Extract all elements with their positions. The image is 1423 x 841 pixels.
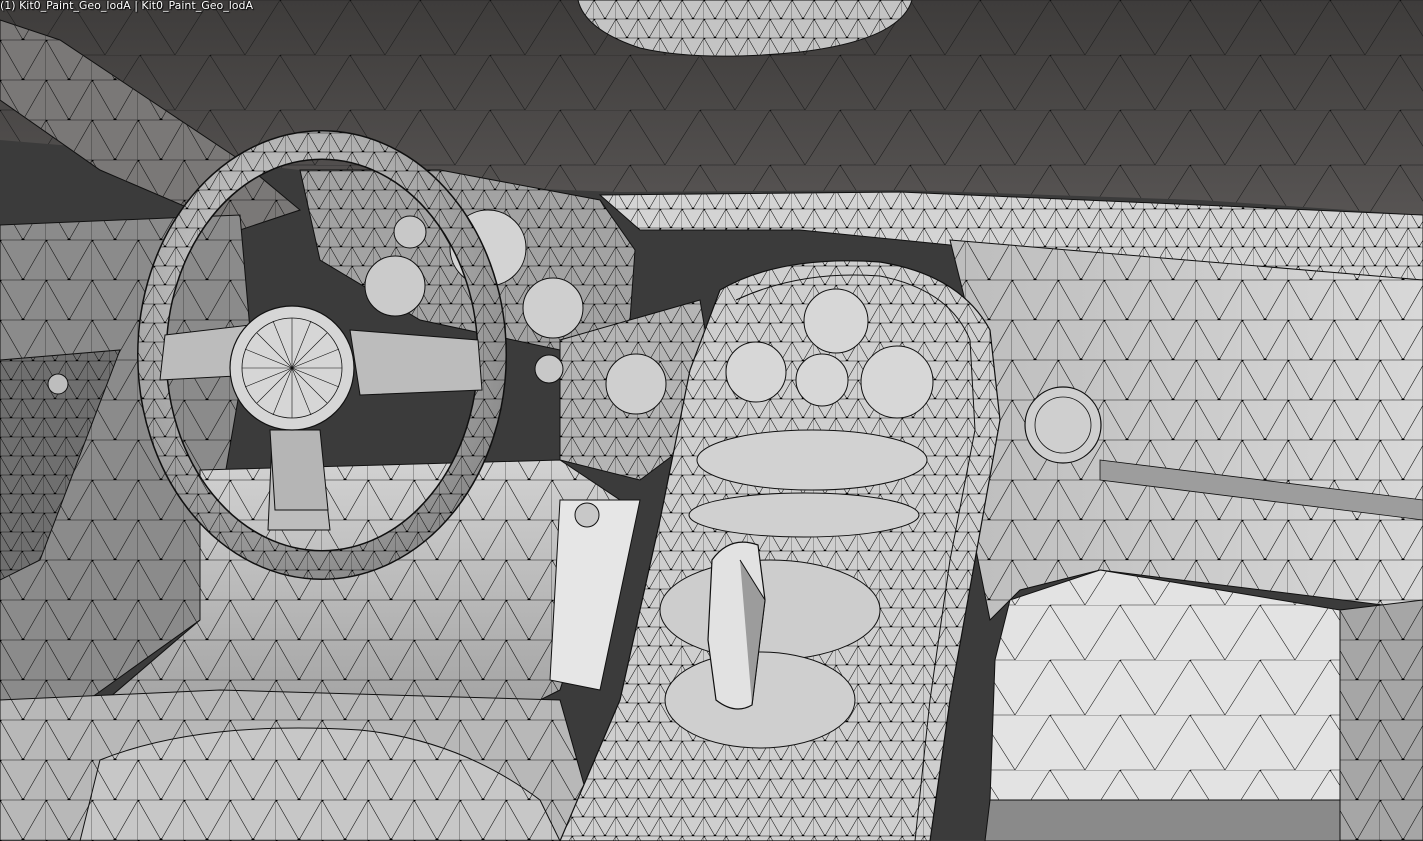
air-vent-right[interactable] [1024,386,1102,464]
console-knob-1[interactable] [725,341,787,403]
console-knob-4[interactable] [803,288,869,354]
mesh-wireframe-scene[interactable] [0,0,1423,841]
gauge-left [364,255,426,317]
3d-viewport[interactable]: (1) Kit0_Paint_Geo_lodA | Kit0_Paint_Geo… [0,0,1423,841]
glovebox-mesh[interactable] [984,569,1423,841]
console-display[interactable] [696,429,928,491]
console-knob-2[interactable] [795,353,849,407]
gauge-right [522,277,584,339]
air-vent-center[interactable] [605,353,667,415]
console-knob-3[interactable] [860,345,934,419]
passenger-dashboard-mesh[interactable] [949,239,1423,622]
